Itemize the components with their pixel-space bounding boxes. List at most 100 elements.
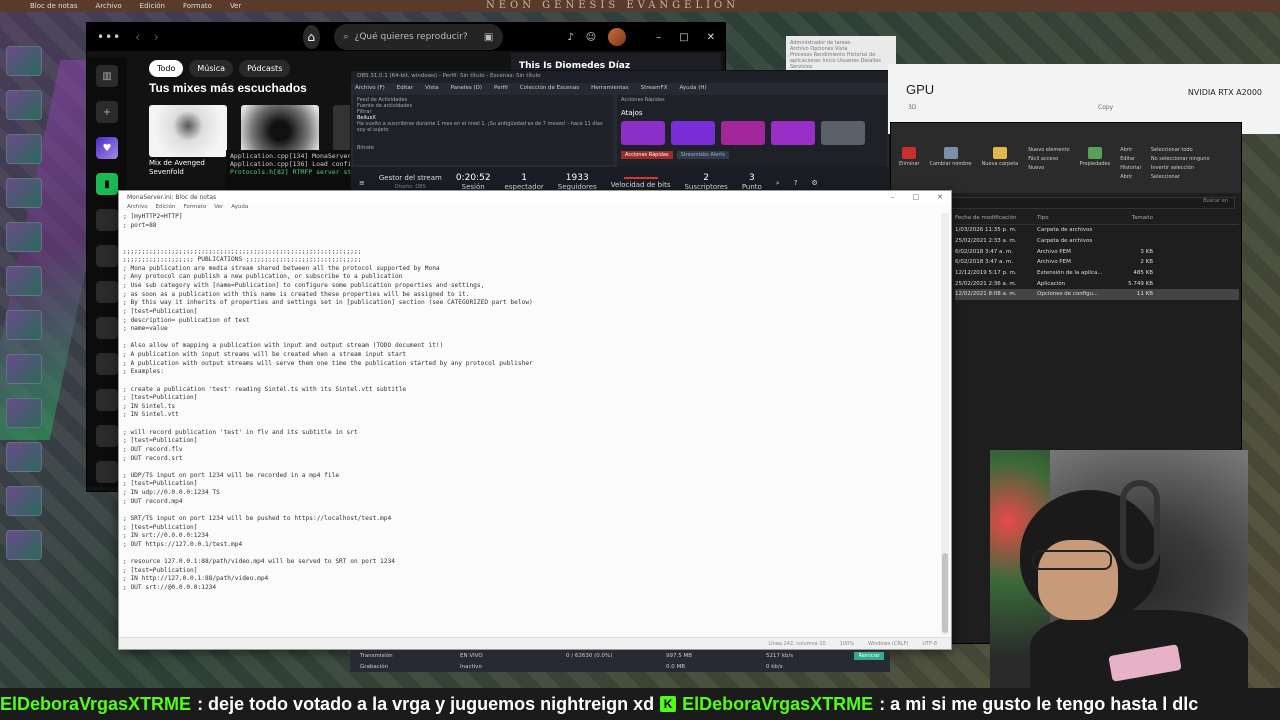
reset-button[interactable]: Reiniciar [854, 652, 884, 660]
notepad-text-area[interactable]: ; [myHTTP2=HTTP] ; port=88 ;;;;;;;;;;;;;… [123, 213, 937, 635]
obs-menu-item[interactable]: Vista [425, 85, 439, 93]
avatar[interactable] [608, 28, 627, 46]
menu-ver[interactable]: Ver [214, 204, 223, 212]
minimize-icon[interactable]: – [656, 32, 661, 43]
desktop-icon[interactable] [6, 398, 42, 428]
library-icon[interactable]: ▥ [96, 65, 118, 87]
table-row[interactable]: 6/02/2018 3:47 a. m. Archivo PEM 2 KB [955, 257, 1239, 268]
obs-menu-item[interactable]: Ayuda (H) [679, 85, 706, 93]
bookmark-icon[interactable]: ▮ [96, 173, 118, 195]
select-none-button[interactable]: No seleccionar ninguno [1151, 156, 1210, 162]
desktop-icon[interactable] [6, 134, 42, 164]
column-header[interactable]: Tipo [1037, 215, 1113, 224]
section-heading[interactable]: Tus mixes más escuchados [149, 81, 307, 95]
plus-icon[interactable]: + [96, 101, 118, 123]
home-icon[interactable]: ⌂ [302, 25, 320, 49]
help-icon[interactable]: ? [794, 179, 798, 187]
table-row[interactable]: 25/02/2021 2:36 a. m. Aplicación 5.749 K… [955, 278, 1239, 289]
column-header[interactable]: Fecha de modificación [955, 215, 1037, 224]
table-row[interactable]: 1/03/2026 11:35 p. m. Carpeta de archivo… [955, 225, 1239, 236]
browse-icon[interactable]: ▣ [484, 32, 493, 43]
desktop-icon[interactable] [6, 354, 42, 384]
forward-arrow-icon[interactable]: › [154, 30, 159, 44]
tab-quick-actions[interactable]: Acciones Rápidas [621, 151, 673, 159]
settings-icon[interactable]: ⚙ [811, 179, 817, 187]
edit-button[interactable]: Editar [1120, 156, 1141, 162]
quick-action-button[interactable] [621, 121, 665, 145]
table-row[interactable]: 25/02/2021 2:33 a. m. Carpeta de archivo… [955, 236, 1239, 247]
playlist-icon[interactable] [96, 353, 118, 375]
new-item-button[interactable]: Nuevo elemento [1028, 147, 1069, 153]
obs-menu-item[interactable]: Herramientas [591, 85, 628, 93]
playlist-icon[interactable] [96, 389, 118, 411]
subs-count: 2 [703, 173, 710, 183]
friends-icon[interactable]: ☺ [586, 32, 596, 43]
menu-item[interactable]: Ver [230, 2, 241, 10]
easy-access-button[interactable]: Fácil acceso [1028, 156, 1069, 162]
obs-menu-item[interactable]: Archivo (F) [355, 85, 385, 93]
vertical-scrollbar[interactable] [941, 213, 949, 635]
close-icon[interactable]: ✕ [937, 193, 943, 201]
playlist-icon[interactable] [96, 209, 118, 231]
back-arrow-icon[interactable]: ‹ [135, 30, 140, 44]
scrollbar-thumb[interactable] [942, 553, 948, 633]
menu-item[interactable]: Edición [140, 2, 165, 10]
search-icon[interactable]: ⌕ [776, 179, 780, 188]
menu-icon[interactable]: ≡ [359, 179, 365, 187]
invert-selection-button[interactable]: Invertir selección [1151, 165, 1210, 171]
playlist-icon[interactable] [96, 461, 118, 483]
desktop-icon[interactable] [6, 46, 42, 76]
minimize-icon[interactable]: – [891, 193, 895, 201]
maximize-icon[interactable]: □ [679, 32, 688, 43]
obs-menu-item[interactable]: Editar [397, 85, 413, 93]
chip-podcasts[interactable]: Pódcasts [239, 60, 291, 77]
rename-button[interactable]: Cambiar nombre [930, 147, 972, 193]
obs-menu-item[interactable]: Perfil [494, 85, 508, 93]
liked-songs-icon[interactable]: ♥ [96, 137, 118, 159]
bell-icon[interactable]: ♪ [567, 32, 573, 43]
desktop-icon[interactable] [6, 178, 42, 208]
desktop-icon[interactable] [6, 266, 42, 296]
quick-action-button[interactable] [771, 121, 815, 145]
playlist-icon[interactable] [96, 425, 118, 447]
menu-ayuda[interactable]: Ayuda [231, 204, 248, 212]
playlist-icon[interactable] [96, 317, 118, 339]
quick-action-button[interactable] [821, 121, 865, 145]
obs-menu-item[interactable]: StreamFX [641, 85, 668, 93]
tab-streamlabs-alerts[interactable]: Streamlabs Alerts [676, 151, 729, 159]
playlist-icon[interactable] [96, 245, 118, 267]
column-header[interactable]: Tamaño [1113, 215, 1153, 224]
select-all-button[interactable]: Seleccionar todo [1151, 147, 1210, 153]
menu-archivo[interactable]: Archivo [127, 204, 148, 212]
more-icon[interactable]: ••• [97, 30, 121, 44]
menu-item[interactable]: Archivo [95, 2, 121, 10]
quick-action-button[interactable] [721, 121, 765, 145]
delete-button[interactable]: Eliminar [899, 147, 920, 193]
desktop-icon[interactable] [6, 310, 42, 340]
open-button[interactable]: Abrir [1120, 147, 1141, 153]
menu-formato[interactable]: Formato [183, 204, 206, 212]
desktop-icon[interactable] [6, 90, 42, 120]
close-icon[interactable]: ✕ [707, 32, 715, 43]
chip-musica[interactable]: Música [189, 60, 234, 77]
table-row[interactable]: 12/12/2019 5:17 p. m. Extensión de la ap… [955, 268, 1239, 279]
playlist-icon[interactable] [96, 281, 118, 303]
desktop-icon[interactable] [6, 530, 42, 560]
chip-todo[interactable]: Todo [149, 60, 184, 77]
new-folder-button[interactable]: Nueva carpeta [982, 147, 1018, 193]
desktop-icon[interactable] [6, 486, 42, 516]
mix-card[interactable]: Mix de Avenged Sevenfold [149, 105, 227, 177]
table-row[interactable]: 6/02/2018 3:47 a. m. Archivo PEM 3 KB [955, 246, 1239, 257]
menu-item[interactable]: Formato [183, 2, 212, 10]
obs-menu-item[interactable]: Colección de Escenas [520, 85, 579, 93]
maximize-icon[interactable]: □ [913, 193, 920, 201]
quick-action-button[interactable] [671, 121, 715, 145]
desktop-icon[interactable] [6, 442, 42, 472]
table-row-selected[interactable]: 12/02/2021 8:08 a. m. Opciones de config… [955, 289, 1239, 300]
obs-menu-item[interactable]: Paneles (D) [451, 85, 482, 93]
properties-button[interactable]: Propiedades [1080, 147, 1110, 193]
menu-edicion[interactable]: Edición [156, 204, 176, 212]
search-input[interactable]: ⌕ ¿Qué quieres reproducir? ▣ [333, 24, 504, 50]
desktop-icon[interactable] [6, 222, 42, 252]
history-button[interactable]: Historial [1120, 165, 1141, 171]
